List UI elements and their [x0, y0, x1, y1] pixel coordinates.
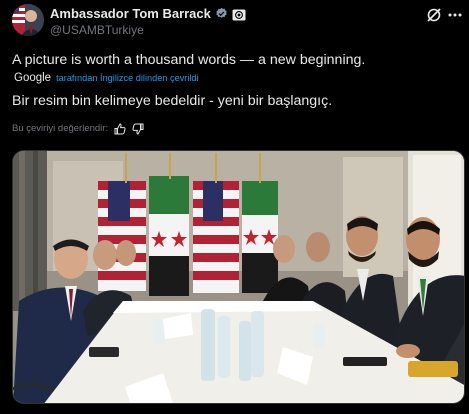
more-options-icon[interactable] — [447, 8, 463, 22]
us-flag-left — [98, 181, 146, 291]
translated-text: Bir resim bin kelimeye bedeldir - yeni b… — [12, 93, 333, 109]
grok-icon[interactable] — [425, 6, 443, 24]
thumbs-up-icon[interactable] — [114, 122, 126, 135]
rate-translation-row: Bu çeviriyi değerlendir: — [12, 122, 144, 135]
thumbs-down-icon[interactable] — [132, 122, 144, 135]
post-header: Ambassador Tom Barrack @USAMBTurkiye — [0, 0, 469, 44]
translation-label[interactable]: tarafından İngilizce dilinden çevrildi — [56, 73, 199, 83]
rate-translation-label: Bu çeviriyi değerlendir: — [12, 122, 109, 134]
google-logo: Google — [14, 72, 52, 84]
post-photo[interactable] — [12, 150, 465, 404]
post-text: A picture is worth a thousand words — a … — [12, 52, 366, 68]
display-name[interactable]: Ambassador Tom Barrack — [50, 6, 211, 21]
verified-badge-icon[interactable] — [215, 7, 228, 20]
avatar[interactable] — [12, 4, 44, 36]
translation-attribution: Google tarafından İngilizce dilinden çev… — [14, 72, 199, 84]
user-handle[interactable]: @USAMBTurkiye — [50, 23, 144, 37]
government-badge-icon[interactable] — [232, 8, 246, 20]
display-name-row: Ambassador Tom Barrack — [50, 6, 246, 21]
